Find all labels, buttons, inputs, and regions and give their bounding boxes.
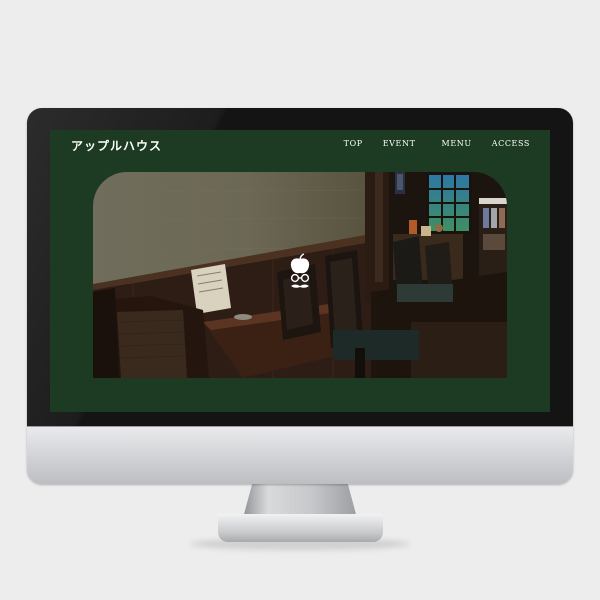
nav-top[interactable]: TOP (344, 139, 363, 148)
monitor-stand-base (218, 514, 383, 542)
page-background: アップルハウス TOP EVENT MENU ACCESS (0, 0, 600, 600)
monitor-chin (27, 426, 573, 484)
hero-image (93, 172, 507, 378)
main-nav: TOP EVENT MENU ACCESS (344, 139, 530, 148)
site-header: アップルハウス TOP EVENT MENU ACCESS (50, 130, 550, 160)
monitor-stand-neck (243, 484, 357, 518)
nav-event[interactable]: EVENT (383, 139, 416, 148)
website-screen: アップルハウス TOP EVENT MENU ACCESS (50, 130, 550, 412)
site-logo[interactable]: アップルハウス (71, 137, 162, 154)
nav-menu[interactable]: MENU (442, 139, 472, 148)
bezel-divider (27, 426, 573, 427)
nav-access[interactable]: ACCESS (492, 139, 530, 148)
apple-glasses-mustache-icon (290, 253, 310, 288)
